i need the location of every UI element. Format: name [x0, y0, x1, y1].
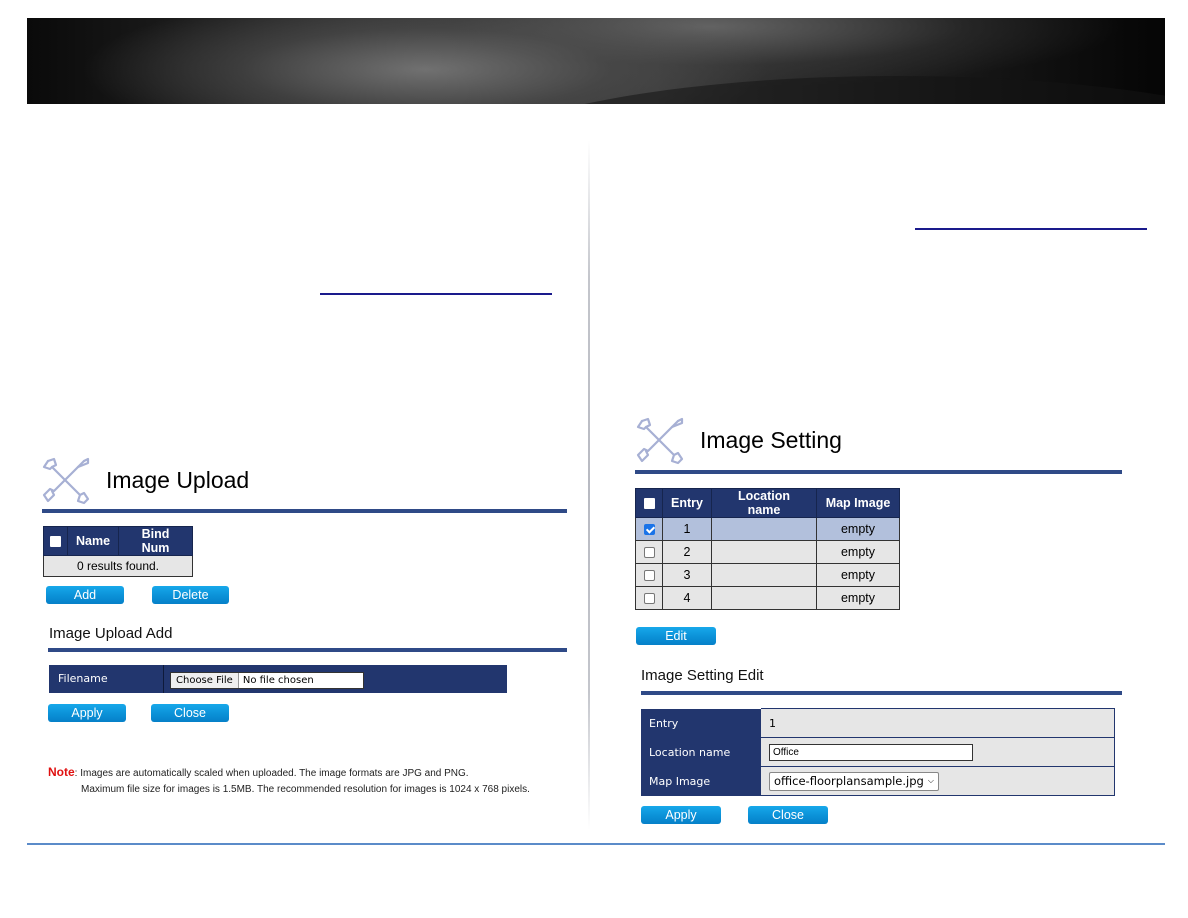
row-checkbox[interactable]	[643, 593, 655, 605]
row-select-cell[interactable]	[635, 563, 663, 587]
image-setting-table: Entry Location name Map Image 1 empty 2 …	[635, 488, 900, 610]
table-header-row: Name Bind Num	[43, 526, 193, 556]
hyperlink-underline[interactable]	[320, 293, 552, 295]
form-row-map-image: Map Image office-floorplansample.jpg ⌵	[641, 766, 1115, 796]
map-image-select[interactable]: office-floorplansample.jpg ⌵	[769, 771, 939, 791]
filename-label: Filename	[49, 665, 164, 693]
tools-icon	[636, 417, 684, 465]
row-select-cell[interactable]	[635, 517, 663, 541]
location-cell	[711, 586, 817, 610]
map-image-cell: empty	[816, 540, 900, 564]
location-name-cell	[761, 737, 1115, 767]
entry-value: 1	[761, 708, 1115, 738]
select-all-cell[interactable]	[635, 488, 663, 518]
delete-button[interactable]: Delete	[152, 586, 229, 604]
entry-cell: 2	[662, 540, 712, 564]
map-image-label: Map Image	[641, 766, 761, 796]
title-rule	[42, 509, 567, 513]
add-button[interactable]: Add	[46, 586, 124, 604]
filename-row: Filename Choose File No file chosen	[49, 665, 507, 693]
title-rule	[635, 470, 1122, 474]
image-setting-edit-title: Image Setting Edit	[641, 667, 764, 684]
panel-title: Image Setting	[700, 426, 842, 453]
note-line-2: Maximum file size for images is 1.5MB. T…	[81, 784, 530, 795]
section-rule	[48, 648, 567, 652]
location-cell	[711, 517, 817, 541]
entry-cell: 4	[662, 586, 712, 610]
chevron-down-icon: ⌵	[927, 776, 934, 785]
row-select-cell[interactable]	[635, 586, 663, 610]
select-all-cell[interactable]	[43, 526, 68, 556]
row-checkbox[interactable]	[643, 547, 655, 559]
image-list-table: Name Bind Num 0 results found.	[43, 526, 193, 577]
setting-apply-button[interactable]: Apply	[641, 806, 721, 824]
row-select-cell[interactable]	[635, 540, 663, 564]
map-image-selected-value: office-floorplansample.jpg	[774, 774, 924, 788]
map-image-cell: empty	[816, 586, 900, 610]
table-row[interactable]: 2 empty	[635, 540, 900, 564]
entry-cell: 1	[662, 517, 712, 541]
hyperlink-underline[interactable]	[915, 228, 1147, 230]
edit-button[interactable]: Edit	[636, 627, 716, 645]
image-setting-edit-form: Entry 1 Location name Map Image office-f…	[641, 708, 1115, 796]
image-setting-header: Image Setting	[634, 415, 842, 465]
table-header-row: Entry Location name Map Image	[635, 488, 900, 518]
col-header-map-image[interactable]: Map Image	[816, 488, 900, 518]
row-checkbox[interactable]	[643, 524, 655, 536]
upload-close-button[interactable]: Close	[151, 704, 229, 722]
location-cell	[711, 540, 817, 564]
file-input[interactable]: Choose File No file chosen	[170, 671, 364, 689]
location-name-label: Location name	[641, 737, 761, 767]
form-row-entry: Entry 1	[641, 708, 1115, 738]
setting-close-button[interactable]: Close	[748, 806, 828, 824]
entry-cell: 3	[662, 563, 712, 587]
table-row[interactable]: 3 empty	[635, 563, 900, 587]
form-row-location-name: Location name	[641, 737, 1115, 767]
choose-file-button[interactable]: Choose File	[171, 672, 239, 688]
map-image-cell: empty	[816, 517, 900, 541]
upload-apply-button[interactable]: Apply	[48, 704, 126, 722]
image-upload-add-title: Image Upload Add	[49, 625, 173, 642]
col-header-entry[interactable]: Entry	[662, 488, 712, 518]
select-all-checkbox[interactable]	[643, 498, 655, 510]
col-header-name[interactable]: Name	[66, 526, 120, 556]
select-all-checkbox[interactable]	[50, 536, 61, 548]
table-row[interactable]: 4 empty	[635, 586, 900, 610]
image-upload-header: Image Upload	[40, 455, 249, 505]
column-divider	[588, 140, 590, 830]
upload-note: Note: Images are automatically scaled wh…	[48, 764, 530, 798]
col-header-bind-num[interactable]: Bind Num	[118, 526, 193, 556]
file-status-text: No file chosen	[242, 674, 314, 686]
note-line-1: : Images are automatically scaled when u…	[74, 768, 469, 779]
table-row[interactable]: 1 empty	[635, 517, 900, 541]
banner-arc-decoration	[447, 76, 1165, 104]
table-row: 0 results found.	[43, 555, 193, 577]
location-name-input[interactable]	[769, 743, 973, 761]
row-checkbox[interactable]	[643, 570, 655, 582]
map-image-cell: empty	[816, 563, 900, 587]
note-label: Note	[48, 765, 75, 779]
col-header-location-name[interactable]: Location name	[711, 488, 817, 518]
tools-icon	[42, 457, 90, 505]
header-banner	[27, 18, 1165, 104]
map-image-cell: office-floorplansample.jpg ⌵	[761, 766, 1115, 796]
file-input-cell: Choose File No file chosen	[164, 670, 364, 689]
footer-divider	[27, 843, 1165, 845]
entry-label: Entry	[641, 708, 761, 738]
location-cell	[711, 563, 817, 587]
empty-results-message: 0 results found.	[43, 555, 193, 577]
panel-title: Image Upload	[106, 466, 250, 493]
section-rule	[641, 691, 1122, 695]
